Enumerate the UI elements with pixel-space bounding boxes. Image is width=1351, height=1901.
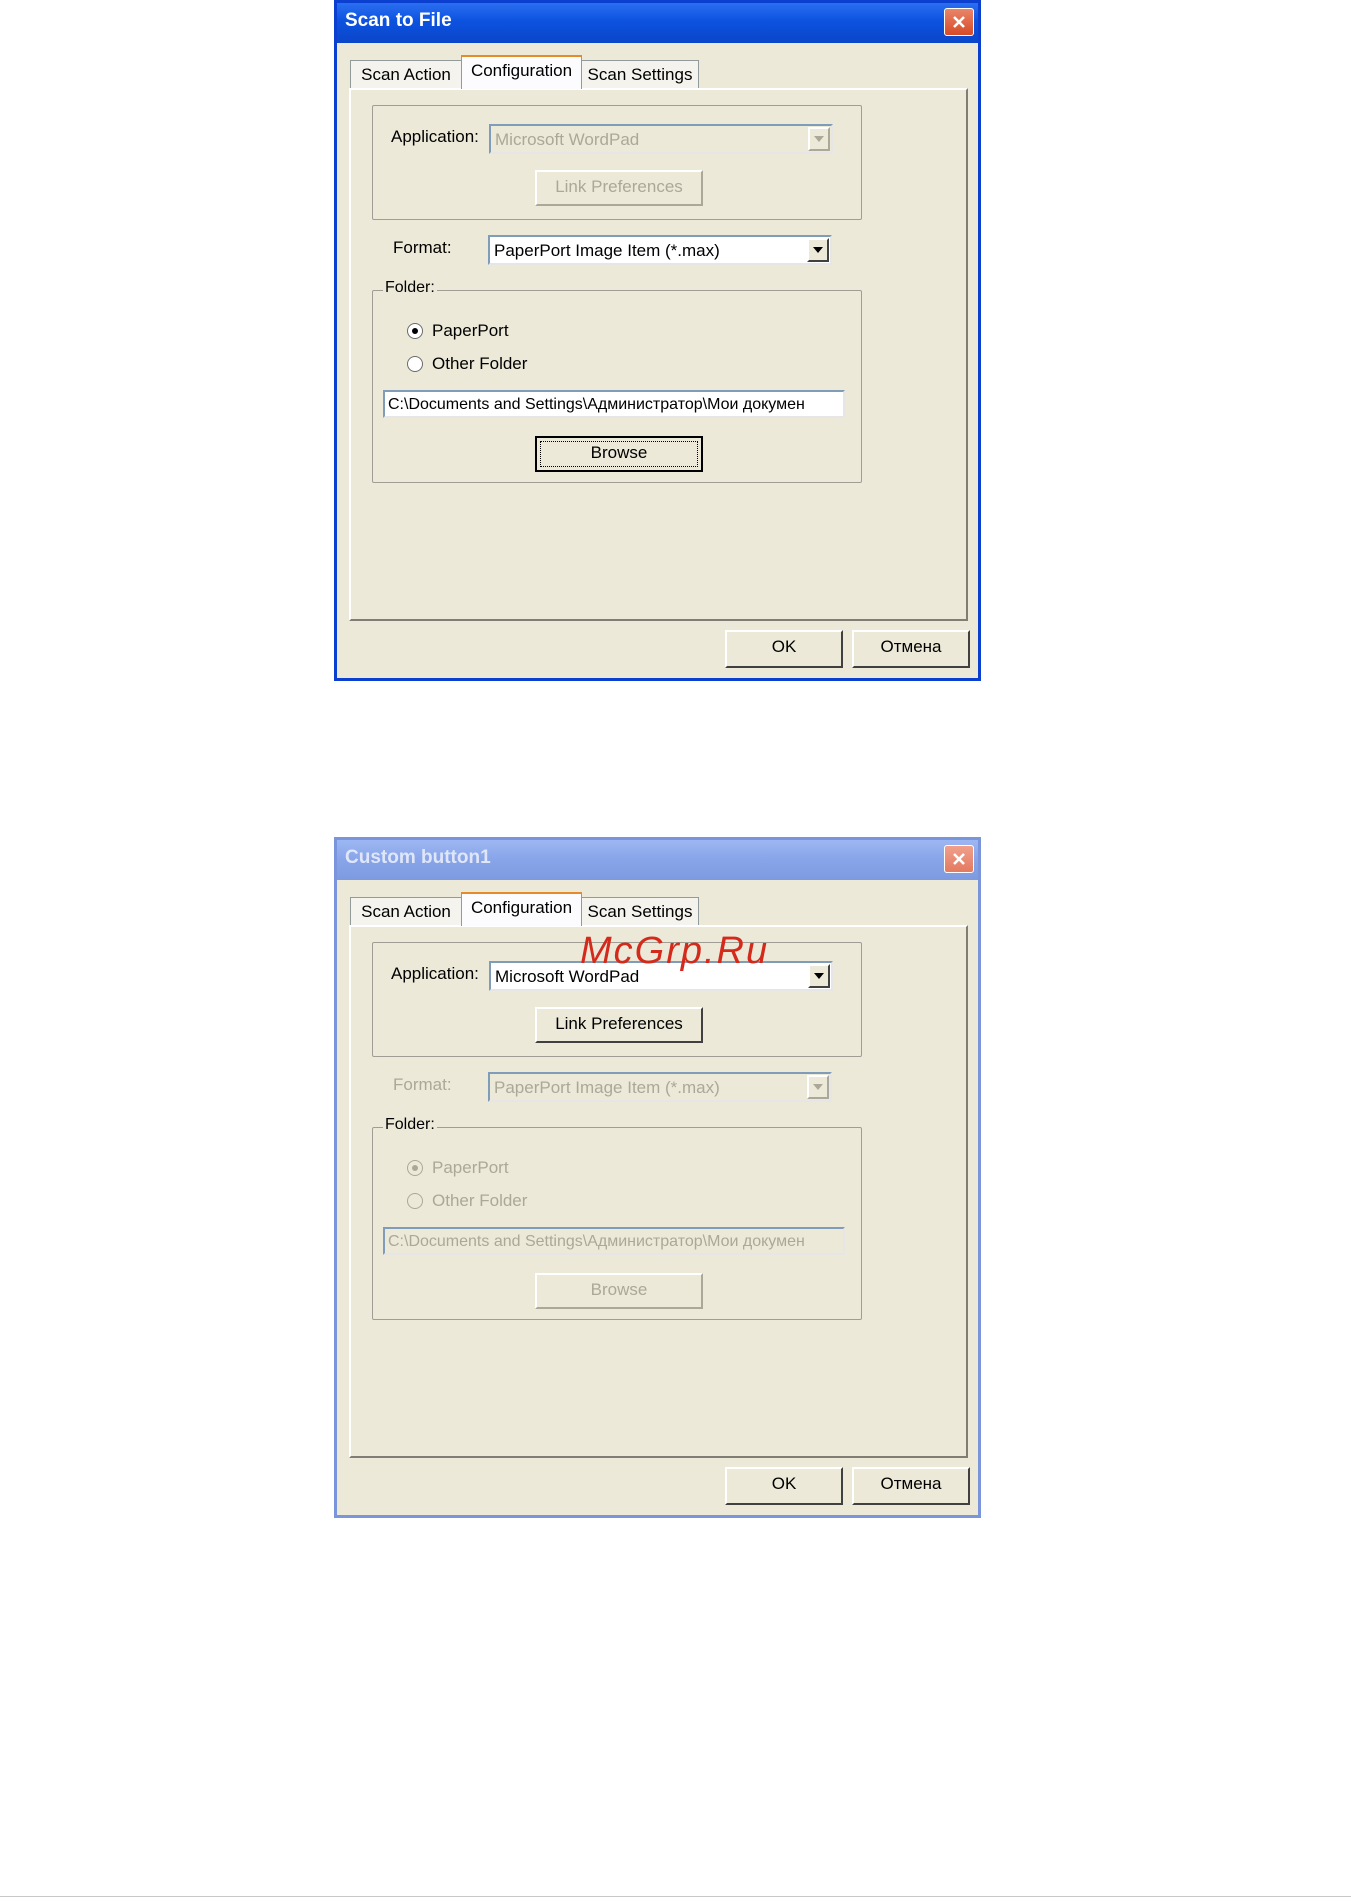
folder-path-field[interactable]: C:\Documents and Settings\Администратор\… (383, 390, 845, 418)
application-select: Microsoft WordPad (489, 124, 833, 154)
format-label: Format: (393, 1075, 452, 1094)
close-button[interactable] (944, 8, 974, 36)
dropdown-button[interactable] (807, 238, 829, 262)
dropdown-button (808, 127, 830, 151)
dialog-title: Custom button1 (345, 847, 491, 868)
tab-configuration[interactable]: Configuration (461, 55, 582, 89)
chevron-down-icon (814, 136, 824, 142)
tab-scan-settings[interactable]: Scan Settings (581, 897, 699, 925)
browse-button[interactable]: Browse (535, 436, 703, 472)
format-label: Format: (393, 238, 452, 257)
cancel-button[interactable]: Отмена (852, 630, 970, 668)
focus-rect (540, 441, 698, 467)
format-select[interactable]: PaperPort Image Item (*.max) (488, 235, 832, 265)
radio-paperport (407, 1160, 423, 1176)
format-value: PaperPort Image Item (*.max) (494, 241, 720, 260)
cancel-button[interactable]: Отмена (852, 1467, 970, 1505)
chevron-down-icon (813, 1084, 823, 1090)
radio-other-folder-label: Other Folder (432, 1191, 528, 1210)
tab-scan-action[interactable]: Scan Action (350, 60, 462, 88)
tab-configuration[interactable]: Configuration (461, 892, 582, 926)
page-bottom-rule (0, 1896, 1351, 1897)
radio-paperport-label: PaperPort (432, 1158, 509, 1177)
close-icon (953, 853, 965, 865)
application-group: Application: Microsoft WordPad Link Pref… (372, 105, 862, 220)
title-bar[interactable]: Scan to File (337, 3, 978, 43)
tab-panel: Application: Microsoft WordPad Link Pref… (349, 88, 968, 621)
tab-scan-action[interactable]: Scan Action (350, 897, 462, 925)
format-value: PaperPort Image Item (*.max) (494, 1078, 720, 1097)
folder-group: Folder: PaperPort Other Folder C:\Docume… (372, 279, 862, 483)
chevron-down-icon (813, 247, 823, 253)
chevron-down-icon (814, 973, 824, 979)
dropdown-button (807, 1075, 829, 1099)
radio-other-folder (407, 1193, 423, 1209)
scan-to-file-dialog: Scan to File Scan Action Configuration S… (334, 0, 981, 681)
tab-panel: Application: Microsoft WordPad Link Pref… (349, 925, 968, 1458)
folder-legend: Folder: (383, 1116, 437, 1134)
radio-other-folder-label: Other Folder (432, 354, 528, 373)
tab-scan-settings[interactable]: Scan Settings (581, 60, 699, 88)
radio-paperport-label: PaperPort (432, 321, 509, 340)
folder-group: Folder: PaperPort Other Folder C:\Docume… (372, 1116, 862, 1320)
dialog-title: Scan to File (345, 10, 452, 31)
link-preferences-button: Link Preferences (535, 170, 703, 206)
application-label: Application: (391, 964, 479, 983)
application-value: Microsoft WordPad (495, 130, 640, 149)
watermark: McGrp.Ru (580, 930, 770, 972)
folder-legend: Folder: (383, 279, 437, 297)
folder-path-field: C:\Documents and Settings\Администратор\… (383, 1227, 845, 1255)
radio-paperport[interactable] (407, 323, 423, 339)
radio-other-folder[interactable] (407, 356, 423, 372)
ok-button[interactable]: OK (725, 630, 843, 668)
application-label: Application: (391, 127, 479, 146)
close-button[interactable] (944, 845, 974, 873)
close-icon (953, 16, 965, 28)
link-preferences-button[interactable]: Link Preferences (535, 1007, 703, 1043)
ok-button[interactable]: OK (725, 1467, 843, 1505)
format-select: PaperPort Image Item (*.max) (488, 1072, 832, 1102)
dropdown-button[interactable] (808, 964, 830, 988)
title-bar[interactable]: Custom button1 (337, 840, 978, 880)
browse-button: Browse (535, 1273, 703, 1309)
